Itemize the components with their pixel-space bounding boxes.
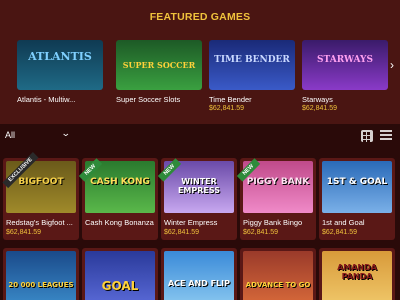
game-name: Redstag's Bigfoot ... xyxy=(6,218,73,227)
game-logo: ACE AND FLIP xyxy=(167,279,231,288)
featured-prize: $62,841.59 xyxy=(302,105,338,112)
featured-card-atlantis[interactable]: ATLANTIS Atlantis - Multiw... xyxy=(17,40,103,104)
game-logo: 20 000 LEAGUES xyxy=(8,281,74,289)
featured-thumb[interactable]: SUPER SOCCER xyxy=(116,40,202,90)
featured-name: Starways xyxy=(302,95,333,104)
featured-games-section: FEATURED GAMES ATLANTIS Atlantis - Multi… xyxy=(0,0,400,122)
game-prize: $62,841.59 xyxy=(164,229,200,236)
game-tile-1st-and-goal[interactable]: 1ST & GOAL 1st and Goal $62,841.59 xyxy=(319,158,395,240)
game-tile-piggy-bank-bingo[interactable]: PIGGY BANK NEW Piggy Bank Bingo $62,841.… xyxy=(236,158,316,240)
game-prize: $62,841.59 xyxy=(322,229,358,236)
game-logo: STARWAYS xyxy=(317,55,373,65)
list-view-icon[interactable] xyxy=(380,130,392,142)
game-logo: 1ST & GOAL xyxy=(326,177,388,187)
game-prize: $62,841.59 xyxy=(243,229,279,236)
game-tile-redstags-bigfoot[interactable]: BIGFOOT EXCLUSIVE Redstag's Bigfoot ... … xyxy=(2,151,79,240)
featured-prize: $62,841.59 xyxy=(209,105,245,112)
filter-bar: All ⌄ xyxy=(0,124,400,148)
game-thumb[interactable]: ACE AND FLIP xyxy=(164,251,234,300)
game-tile-amanda-panda[interactable]: AMANDA PANDA xyxy=(319,248,395,300)
game-logo: PIGGY BANK xyxy=(246,177,310,187)
game-tile-20000-leagues[interactable]: 20 000 LEAGUES xyxy=(3,248,79,300)
game-thumb[interactable]: 1ST & GOAL xyxy=(322,161,392,213)
game-tile-cash-kong[interactable]: CASH KONG NEW Cash Kong Bonanza xyxy=(78,158,158,240)
featured-thumb[interactable]: STARWAYS xyxy=(302,40,388,90)
game-thumb[interactable]: AMANDA PANDA xyxy=(322,251,392,300)
featured-thumb[interactable]: TIME BENDER xyxy=(209,40,295,90)
chevron-right-icon[interactable]: › xyxy=(386,58,398,74)
chevron-down-icon[interactable]: ⌄ xyxy=(61,128,71,139)
featured-card-starways[interactable]: STARWAYS Starways $62,841.59 xyxy=(302,40,388,112)
game-logo: TIME BENDER xyxy=(214,55,290,65)
game-name: Cash Kong Bonanza xyxy=(85,218,154,227)
grid-view-icon[interactable] xyxy=(361,130,373,143)
game-tile-ace-and-flip[interactable]: ACE AND FLIP xyxy=(161,248,237,300)
game-logo: AMANDA PANDA xyxy=(337,263,377,281)
featured-title: FEATURED GAMES xyxy=(149,11,251,23)
game-logo: SUPER SOCCER xyxy=(122,60,196,70)
game-logo: ADVANCE TO GO xyxy=(245,281,311,289)
game-logo: GOAL xyxy=(101,279,139,293)
featured-name: Atlantis - Multiw... xyxy=(17,95,76,104)
game-tile-winter-empress[interactable]: WINTER EMPRESS NEW Winter Empress $62,84… xyxy=(157,158,237,240)
featured-name: Time Bender xyxy=(209,95,252,104)
featured-thumb[interactable]: ATLANTIS xyxy=(17,40,103,90)
featured-card-time-bender[interactable]: TIME BENDER Time Bender $62,841.59 xyxy=(209,40,295,112)
game-thumb[interactable]: GOAL xyxy=(85,251,155,300)
game-name: Piggy Bank Bingo xyxy=(243,218,303,227)
game-name: 1st and Goal xyxy=(322,218,365,227)
featured-name: Super Soccer Slots xyxy=(116,95,181,104)
game-logo: WINTER EMPRESS xyxy=(177,177,221,195)
game-tile-goal[interactable]: GOAL xyxy=(82,248,158,300)
category-filter-select[interactable]: All xyxy=(5,130,15,140)
game-logo: ATLANTIS xyxy=(28,50,92,63)
featured-card-super-soccer[interactable]: SUPER SOCCER Super Soccer Slots xyxy=(116,40,202,104)
game-name: Winter Empress xyxy=(164,218,218,227)
game-thumb[interactable]: ADVANCE TO GO xyxy=(243,251,313,300)
game-thumb[interactable]: 20 000 LEAGUES xyxy=(6,251,76,300)
game-logo: CASH KONG xyxy=(90,177,150,187)
game-tile-advance-to-go[interactable]: ADVANCE TO GO xyxy=(240,248,316,300)
game-prize: $62,841.59 xyxy=(6,229,42,236)
